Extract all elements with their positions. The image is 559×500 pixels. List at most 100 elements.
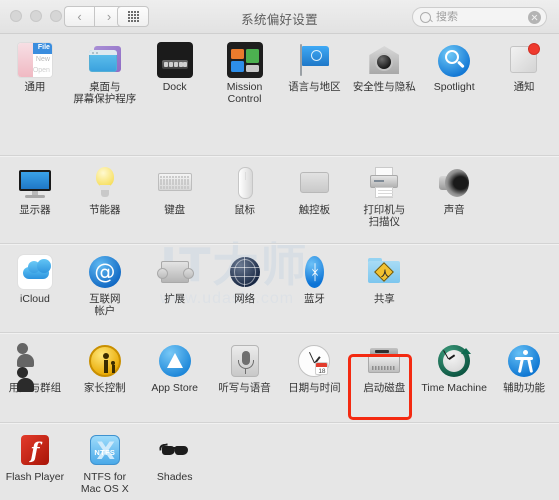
mission-control-icon (227, 42, 263, 78)
pref-label: 启动磁盘 (348, 383, 420, 395)
pref-label: 键盘 (139, 205, 211, 217)
pref-label: Shades (139, 472, 211, 484)
pref-pane-dictation-speech[interactable]: 听写与语音 (210, 343, 280, 395)
notifications-icon (506, 42, 542, 78)
pref-pane-accessibility[interactable]: 辅助功能 (489, 343, 559, 395)
pref-label: 打印机与扫描仪 (348, 205, 420, 228)
pref-pane-spotlight[interactable]: Spotlight (419, 42, 489, 105)
accessibility-icon (506, 343, 542, 379)
pref-pane-mouse[interactable]: 鼠标 (210, 165, 280, 228)
pref-label: 扩展 (139, 294, 211, 306)
trackpad-icon (296, 165, 332, 201)
pref-label: 鼠标 (209, 205, 281, 217)
pref-label: 桌面与屏幕保护程序 (69, 82, 141, 105)
pref-label: 互联网帐户 (69, 294, 141, 317)
pref-label: App Store (139, 383, 211, 395)
dictation-speech-icon (227, 343, 263, 379)
pref-pane-shades[interactable]: Shades (140, 432, 210, 495)
bluetooth-icon: ᚼ (296, 254, 332, 290)
internet-accounts-icon: @ (87, 254, 123, 290)
pref-pane-internet-accounts[interactable]: @ 互联网帐户 (70, 254, 140, 317)
general-icon: FileNewOpen (17, 42, 53, 78)
pref-label: 家长控制 (69, 383, 141, 395)
row-personal: FileNewOpen 通用 桌面与屏幕保护程序 (0, 42, 559, 105)
pref-pane-sound[interactable]: 声音 (419, 165, 489, 228)
pref-pane-desktop-screensaver[interactable]: 桌面与屏幕保护程序 (70, 42, 140, 105)
pref-label: Time Machine (418, 383, 490, 395)
pref-label: 日期与时间 (278, 383, 350, 395)
pref-label: NTFS forMac OS X (69, 472, 141, 495)
pref-pane-mission-control[interactable]: MissionControl (210, 42, 280, 105)
row-separator (0, 243, 559, 244)
pref-pane-network[interactable]: 网络 (210, 254, 280, 317)
pref-label: MissionControl (209, 82, 281, 105)
spotlight-icon (436, 42, 472, 78)
time-machine-icon (436, 343, 472, 379)
pref-pane-extensions[interactable]: 扩展 (140, 254, 210, 317)
pref-pane-bluetooth[interactable]: ᚼ 蓝牙 (280, 254, 350, 317)
search-input[interactable] (436, 11, 520, 23)
desktop-screensaver-icon (87, 42, 123, 78)
search-field[interactable] (412, 7, 547, 27)
app-store-icon (157, 343, 193, 379)
mouse-icon (227, 165, 263, 201)
pref-label: 辅助功能 (488, 383, 559, 395)
row-separator (0, 422, 559, 423)
pref-pane-printers-scanners[interactable]: 打印机与扫描仪 (349, 165, 419, 228)
pref-pane-dock[interactable]: Dock (140, 42, 210, 105)
pref-label: 显示器 (0, 205, 71, 217)
pref-pane-startup-disk[interactable]: 启动磁盘 (349, 343, 419, 395)
system-preferences-window: ‹ › 系统偏好设置 IT大师 www.udashi.com (0, 0, 559, 500)
pref-label: 节能器 (69, 205, 141, 217)
pref-pane-users-groups[interactable]: 用户与群组 (0, 343, 70, 395)
pref-label: 通知 (488, 82, 559, 94)
pref-pane-date-time[interactable]: 18 日期与时间 (280, 343, 350, 395)
search-icon (420, 12, 431, 23)
pref-pane-notifications[interactable]: 通知 (489, 42, 559, 105)
window-titlebar: ‹ › 系统偏好设置 (0, 0, 559, 34)
pref-pane-energy-saver[interactable]: 节能器 (70, 165, 140, 228)
dock-icon (157, 42, 193, 78)
pref-pane-parental-controls[interactable]: 家长控制 (70, 343, 140, 395)
energy-saver-icon (87, 165, 123, 201)
preferences-grid: IT大师 www.udashi.com FileNewOpen 通用 (0, 34, 559, 500)
pref-pane-app-store[interactable]: App Store (140, 343, 210, 395)
at-symbol: @ (89, 256, 121, 288)
pref-label: 共享 (348, 294, 420, 306)
pref-label: Flash Player (0, 472, 71, 484)
pref-pane-time-machine[interactable]: Time Machine (419, 343, 489, 395)
users-groups-icon (17, 343, 53, 379)
sound-icon (436, 165, 472, 201)
pref-label: 通用 (0, 82, 71, 94)
pref-pane-general[interactable]: FileNewOpen 通用 (0, 42, 70, 105)
pref-pane-flash-player[interactable]: f Flash Player (0, 432, 70, 495)
network-icon (227, 254, 263, 290)
pref-label: iCloud (0, 294, 71, 306)
pref-pane-security-privacy[interactable]: 安全性与隐私 (349, 42, 419, 105)
pref-label: 语言与地区 (278, 82, 350, 94)
row-separator (0, 155, 559, 156)
row-internet: iCloud @ 互联网帐户 扩展 网络 (0, 254, 559, 317)
pref-pane-language-region[interactable]: 语言与地区 (280, 42, 350, 105)
flash-player-icon: f (17, 432, 53, 468)
clear-search-icon[interactable] (528, 11, 541, 24)
pref-pane-displays[interactable]: 显示器 (0, 165, 70, 228)
sharing-icon: 人 (366, 254, 402, 290)
pref-pane-keyboard[interactable]: 键盘 (140, 165, 210, 228)
pref-pane-sharing[interactable]: 人 共享 (349, 254, 419, 317)
pref-label: 用户与群组 (0, 383, 71, 395)
pref-pane-trackpad[interactable]: 触控板 (280, 165, 350, 228)
row-system: 用户与群组 家长控制 App Store 听写与语音 (0, 343, 559, 395)
pref-pane-ntfs[interactable]: XNTFS NTFS forMac OS X (70, 432, 140, 495)
row-separator (0, 332, 559, 333)
displays-icon (17, 165, 53, 201)
pref-pane-icloud[interactable]: iCloud (0, 254, 70, 317)
printers-scanners-icon (366, 165, 402, 201)
date-time-icon: 18 (296, 343, 332, 379)
extensions-icon (157, 254, 193, 290)
pref-label: 触控板 (278, 205, 350, 217)
pref-label: Dock (139, 82, 211, 94)
pref-label: 听写与语音 (209, 383, 281, 395)
keyboard-icon (157, 165, 193, 201)
language-region-icon (296, 42, 332, 78)
